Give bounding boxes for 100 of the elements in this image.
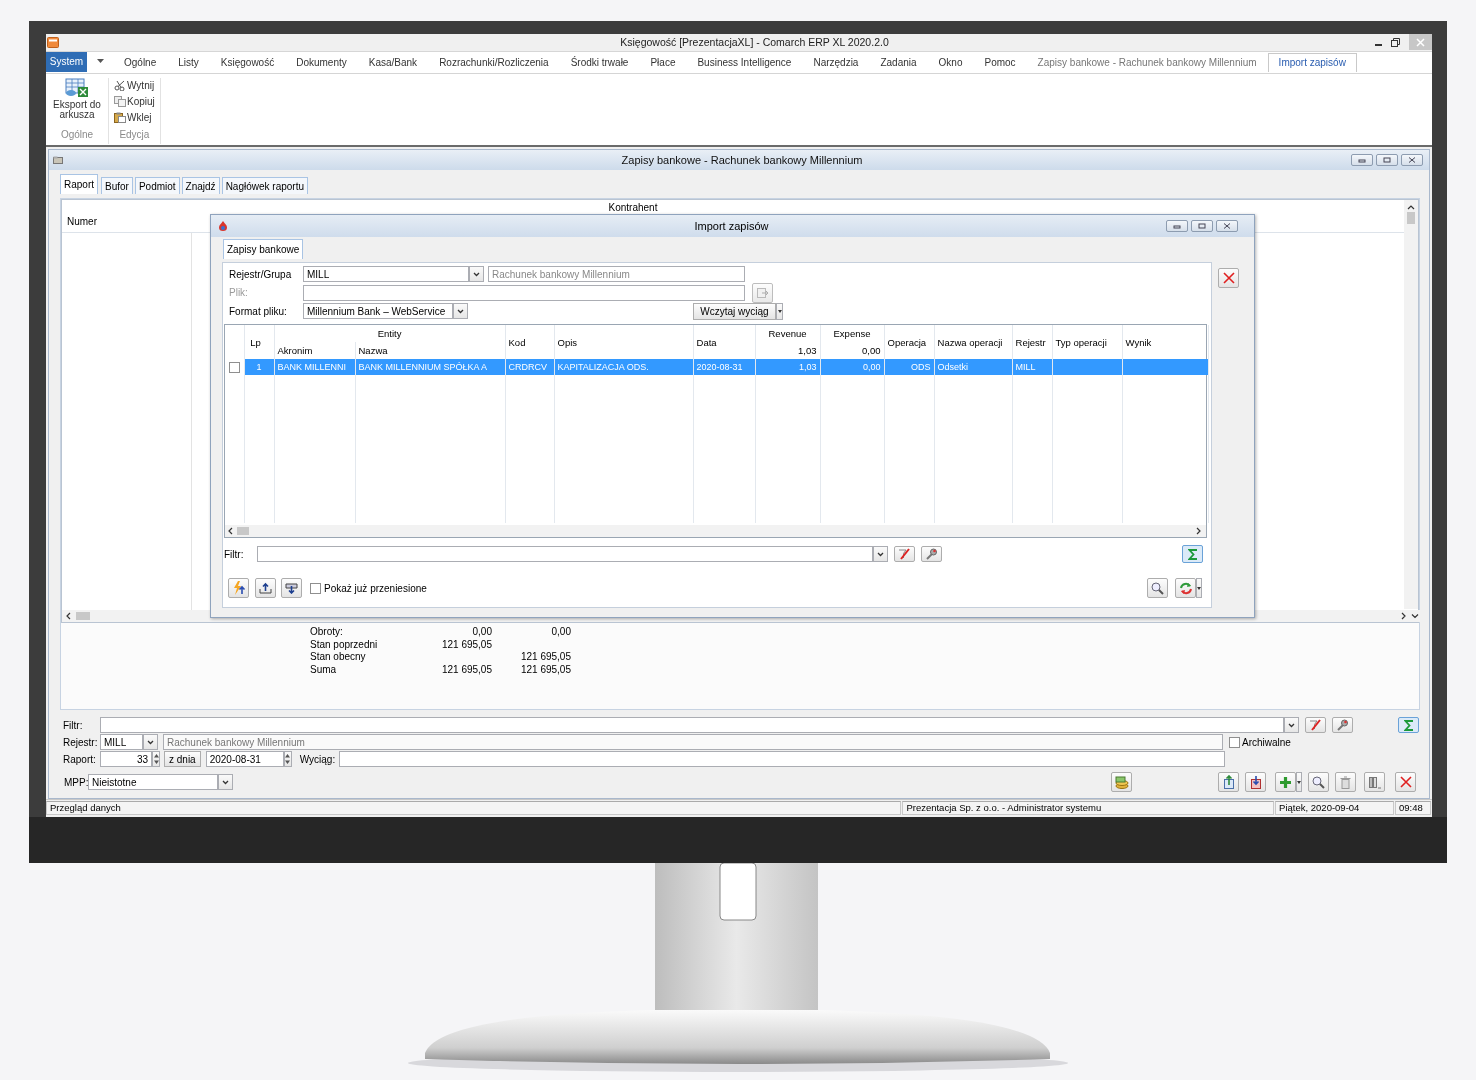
menu-tab[interactable]: Dokumenty — [285, 52, 358, 72]
close-icon — [1399, 776, 1412, 788]
maximize-button[interactable] — [1376, 154, 1398, 166]
filter-settings-button[interactable] — [1332, 717, 1353, 733]
table-cell: KAPITALIZACJA ODS. — [557, 362, 649, 372]
mpp-label: MPP: — [63, 776, 88, 788]
dropdown-button[interactable] — [776, 302, 783, 320]
dropdown-button[interactable] — [469, 266, 484, 282]
close-button[interactable] — [1218, 268, 1239, 288]
filter-label: Filtr: — [63, 719, 84, 731]
menu-tab[interactable]: Kasa/Bank — [357, 52, 429, 72]
filter-settings-button[interactable] — [921, 546, 942, 562]
upload-button[interactable] — [255, 578, 276, 598]
window-icon — [53, 156, 63, 164]
import-button[interactable] — [228, 578, 249, 598]
dropdown-button[interactable] — [873, 546, 888, 562]
dropdown-button[interactable] — [1284, 717, 1299, 733]
dropdown-button[interactable] — [453, 303, 468, 319]
refresh-button[interactable] — [1175, 578, 1196, 598]
table-cell: ODS — [911, 362, 931, 372]
tab[interactable]: Bufor — [101, 177, 133, 194]
register-combo[interactable]: MILL — [100, 734, 143, 750]
system-menu-button[interactable]: System — [46, 51, 87, 72]
menu-tab[interactable]: Import zapisów — [1267, 52, 1357, 72]
filter-field[interactable] — [257, 546, 873, 562]
dropdown-button[interactable] — [1196, 578, 1202, 598]
sum-button[interactable] — [1398, 717, 1419, 733]
menu-tab[interactable]: Narzędzia — [802, 52, 870, 72]
statement-field[interactable] — [338, 751, 1225, 767]
checkbox-label: Pokaż już przeniesione — [324, 582, 427, 594]
menu-tab[interactable]: Zadania — [869, 52, 928, 72]
checkbox-label: Archiwalne — [1242, 736, 1291, 748]
menu-tab[interactable]: Ogólne — [113, 52, 168, 72]
document-down-button[interactable] — [1245, 772, 1266, 792]
report-number-field[interactable]: 33 — [100, 751, 152, 767]
file-field[interactable] — [303, 284, 745, 301]
restore-icon — [1391, 37, 1400, 47]
load-statement-button[interactable]: Wczytaj wyciąg — [693, 302, 776, 320]
close-button[interactable] — [1395, 772, 1416, 792]
menu-tab[interactable]: Business Intelligence — [686, 52, 803, 72]
ribbon-button[interactable]: Wklej — [114, 109, 155, 126]
close-button[interactable] — [1216, 220, 1238, 232]
menu-tab[interactable]: Środki trwałe — [559, 52, 640, 72]
clear-filter-button[interactable] — [1305, 717, 1326, 733]
add-button[interactable] — [1275, 772, 1296, 792]
ribbon-button[interactable]: Wytnij — [114, 77, 155, 94]
checkbox[interactable] — [1229, 736, 1240, 748]
menu-tab[interactable]: Płace — [639, 52, 687, 72]
maximize-button[interactable] — [1191, 220, 1213, 232]
export-button[interactable]: Eksport do arkusza — [49, 77, 105, 129]
menu-tab[interactable]: Pomoc — [973, 52, 1027, 72]
restore-button[interactable] — [1391, 37, 1400, 47]
column-header: Revenue — [755, 325, 820, 342]
menu-tab[interactable]: Księgowość — [209, 52, 286, 72]
payment-button[interactable] — [1111, 772, 1132, 792]
download-tray-icon — [285, 582, 298, 594]
mpp-combo[interactable]: Nieistotne — [88, 774, 218, 790]
status-text: Piątek, 2020-09-04 — [1275, 801, 1395, 816]
minimize-icon — [1173, 223, 1181, 229]
column-header: Expense — [820, 325, 884, 342]
clear-filter-icon — [898, 548, 911, 560]
close-button[interactable] — [1401, 154, 1423, 166]
tab[interactable]: Zapisy bankowe — [223, 239, 304, 259]
filter-field[interactable] — [100, 717, 1284, 733]
summary-label: Stan obecny — [310, 651, 367, 664]
search-button[interactable] — [1308, 772, 1329, 792]
tab[interactable]: Znajdź — [181, 177, 220, 194]
menu-tab[interactable]: Rozrachunki/Rozliczenia — [428, 52, 560, 72]
menu-tab[interactable]: Okno — [927, 52, 974, 72]
file-label: Plik: — [229, 287, 249, 298]
chevron-down-icon — [457, 308, 464, 314]
clear-filter-button[interactable] — [894, 546, 915, 562]
ribbon-button[interactable]: Kopiuj — [114, 93, 155, 110]
dropdown-button[interactable] — [218, 774, 233, 790]
dropdown-button[interactable] — [143, 734, 158, 750]
dropdown-button[interactable] — [1296, 772, 1302, 792]
spin-button[interactable] — [152, 751, 160, 767]
checkbox[interactable] — [229, 361, 240, 373]
app-icon — [47, 36, 59, 48]
delete-button[interactable] — [1335, 772, 1356, 792]
summary-label: Suma — [310, 663, 338, 676]
tab[interactable]: Podmiot — [134, 177, 180, 194]
spin-button[interactable] — [283, 751, 292, 767]
date-field[interactable]: 2020-08-31 — [205, 751, 284, 767]
format-combo[interactable]: Millennium Bank – WebService — [303, 303, 453, 319]
register-combo[interactable]: MILL — [303, 266, 469, 282]
tab[interactable]: Nagłówek raportu — [221, 177, 308, 194]
menu-tab[interactable]: Zapisy bankowe - Rachunek bankowy Millennium — [1026, 52, 1268, 72]
report-label: Raport: — [63, 753, 97, 765]
register-name-field: Rachunek bankowy Millennium — [488, 266, 745, 282]
sum-button[interactable] — [1182, 545, 1203, 563]
summary-value: 121 695,05 — [519, 651, 571, 664]
date-button[interactable]: z dnia — [164, 751, 201, 767]
search-button[interactable] — [1147, 578, 1168, 598]
columns-button[interactable] — [1364, 772, 1385, 792]
checkbox[interactable] — [310, 582, 321, 594]
tab[interactable]: Raport — [60, 174, 98, 194]
menu-tab[interactable]: Listy — [167, 52, 210, 72]
document-up-button[interactable] — [1218, 772, 1239, 792]
download-button[interactable] — [281, 578, 302, 598]
